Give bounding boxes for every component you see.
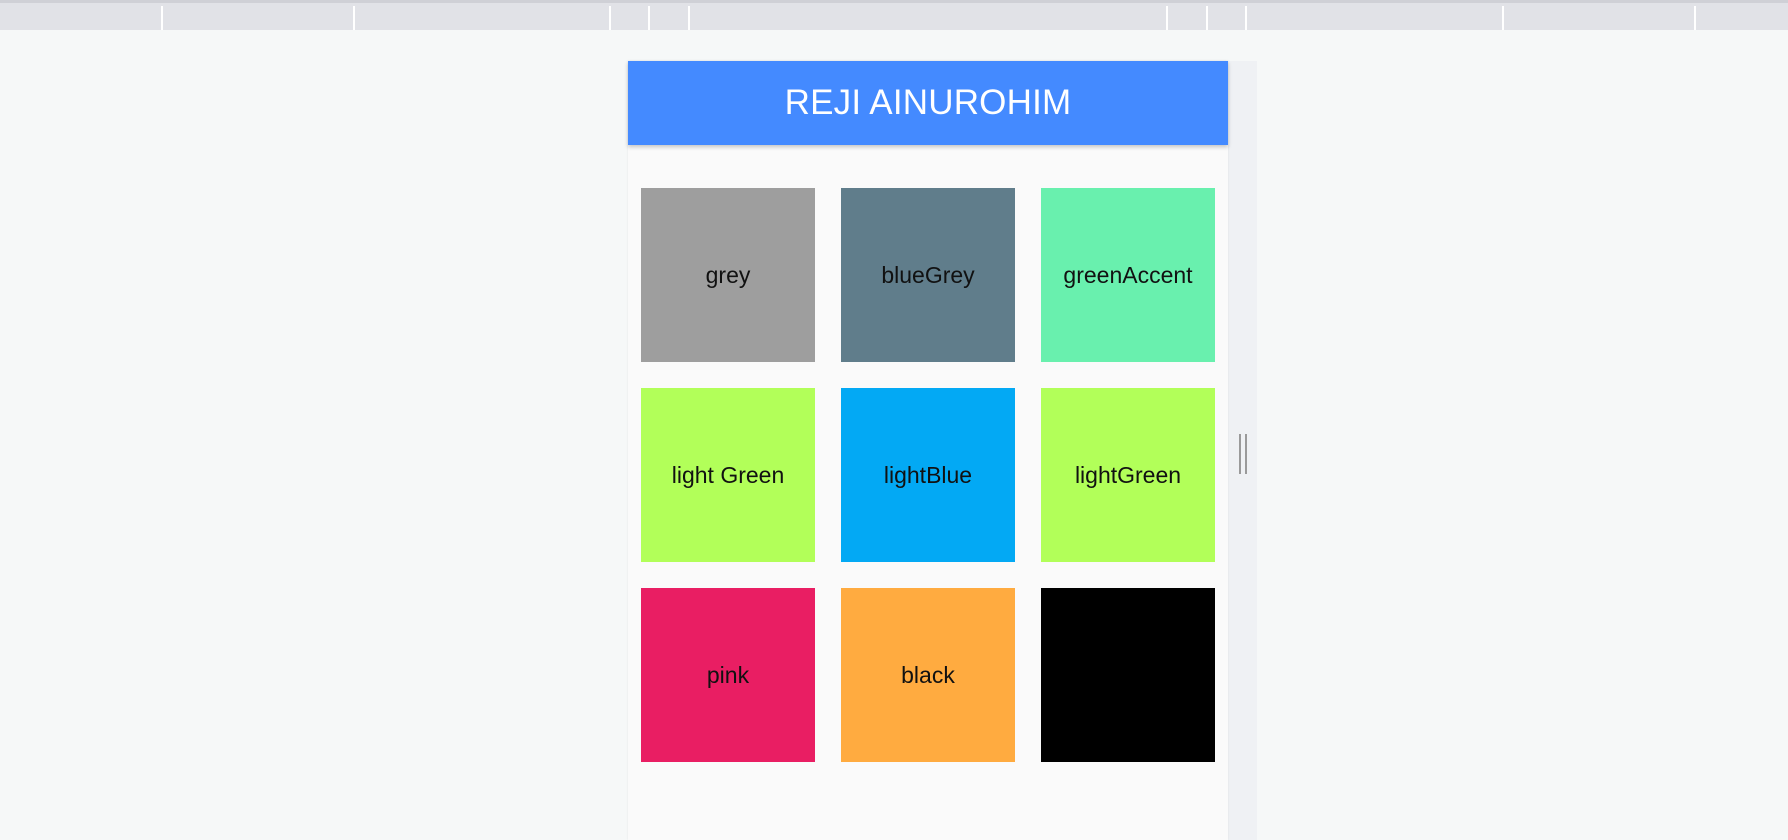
color-tile-lightblue[interactable]: lightBlue <box>841 388 1015 562</box>
color-tile-lightgreen[interactable]: lightGreen <box>1041 388 1215 562</box>
tile-label: lightBlue <box>883 461 973 488</box>
toolbar-divider <box>1206 6 1208 30</box>
device-screen: REJI AINUROHIM grey blueGrey greenAccent… <box>628 61 1228 840</box>
color-grid: grey blueGrey greenAccent light Green li… <box>641 188 1215 762</box>
tile-label: lightGreen <box>1074 461 1182 488</box>
toolbar-divider <box>1694 6 1696 30</box>
color-tile-light-green[interactable]: light Green <box>641 388 815 562</box>
tile-label: blueGrey <box>881 261 975 288</box>
toolbar-divider <box>161 6 163 30</box>
browser-toolbar <box>0 0 1788 30</box>
color-tile-grey[interactable]: grey <box>641 188 815 362</box>
color-tile-greenaccent[interactable]: greenAccent <box>1041 188 1215 362</box>
toolbar-divider <box>1502 6 1504 30</box>
color-tile-black[interactable]: black <box>841 588 1015 762</box>
toolbar-divider <box>1166 6 1168 30</box>
toolbar-divider <box>353 6 355 30</box>
resize-handle[interactable] <box>1239 434 1248 474</box>
app-title: REJI AINUROHIM <box>784 83 1072 122</box>
color-tile-unlabeled[interactable] <box>1041 588 1215 762</box>
toolbar-divider <box>609 6 611 30</box>
app-bar: REJI AINUROHIM <box>628 61 1228 145</box>
tile-label: greenAccent <box>1063 261 1193 288</box>
tile-label: black <box>901 661 955 688</box>
toolbar-divider <box>1245 6 1247 30</box>
tile-label: pink <box>706 661 750 688</box>
tile-label: light Green <box>671 461 785 488</box>
toolbar-divider <box>688 6 690 30</box>
tile-label: grey <box>705 261 751 288</box>
toolbar-divider <box>648 6 650 30</box>
color-tile-pink[interactable]: pink <box>641 588 815 762</box>
color-tile-bluegrey[interactable]: blueGrey <box>841 188 1015 362</box>
